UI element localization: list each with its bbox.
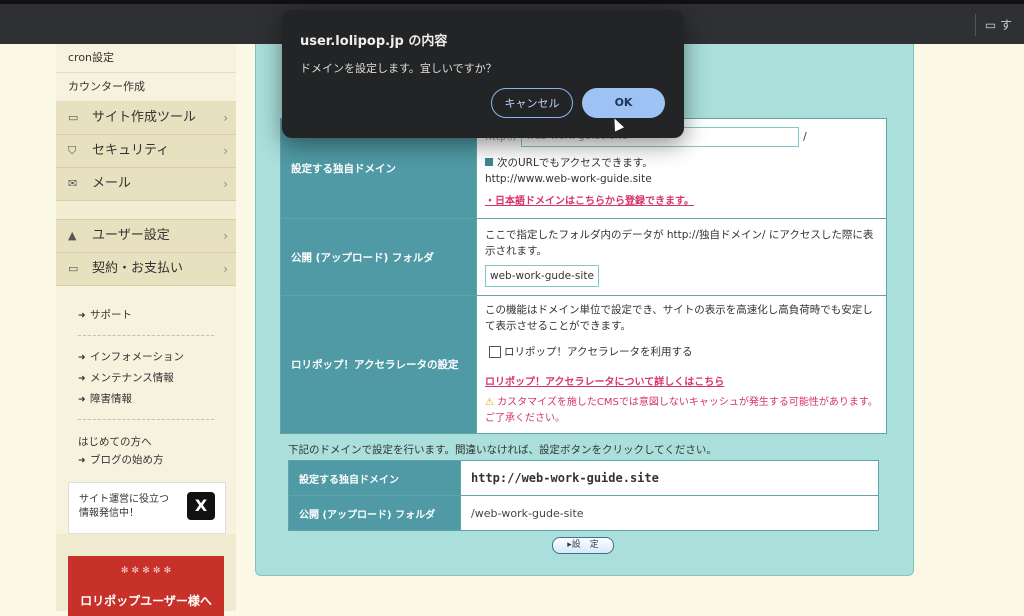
x-logo-icon: X	[187, 492, 215, 520]
sidebar-item-label: セキュリティ	[92, 143, 170, 158]
blog-guide-link-label: ブログの始め方	[90, 454, 164, 466]
folder-label: 公開 (アップロード) フォルダ	[280, 218, 477, 296]
accelerator-cell: この機能はドメイン単位で設定でき、サイトの表示を高速化し高負荷時でも安定して表示…	[476, 295, 887, 434]
arrow-right-icon: ➜	[78, 395, 86, 405]
banner-text: ロリポップユーザー様へ	[80, 594, 212, 608]
divider	[78, 419, 214, 420]
folder-desc: ここで指定したフォルダ内のデータが http://独自ドメイン/ にアクセスした…	[485, 229, 874, 257]
accelerator-warning: カスタマイズを施したCMSでは意図しないキャッシュが発生する可能性があります。ご…	[485, 397, 878, 424]
chevron-right-icon: ›	[223, 262, 228, 276]
confirm-dialog: user.lolipop.jp の内容 ドメインを設定します。宜しいですか？ キ…	[282, 10, 684, 138]
user-icon: ▲	[68, 229, 77, 242]
confirm-folder-label: 公開 (アップロード) フォルダ	[288, 495, 461, 531]
mail-icon: ✉	[68, 177, 78, 190]
x-promo-text: サイト運営に役立つ 情報発信中！	[79, 493, 169, 521]
sidebar-gap	[56, 201, 236, 220]
accelerator-detail-link[interactable]: ロリポップ！アクセラレータについて詳しくはこちら	[485, 377, 724, 388]
folder-label: す	[999, 18, 1012, 32]
topbar-divider	[975, 14, 976, 36]
sidebar-item-label: メール	[92, 176, 132, 191]
chevron-right-icon: ›	[223, 177, 228, 191]
x-promo-line1: サイト運営に役立つ	[79, 494, 169, 505]
chevron-right-icon: ›	[223, 229, 228, 243]
information-link[interactable]: ➜ インフォメーション	[56, 346, 236, 367]
alt-url-note: 次のURLでもアクセスできます。	[497, 157, 653, 169]
first-time-link[interactable]: はじめての方へ	[56, 430, 236, 449]
information-link-label: インフォメーション	[90, 351, 184, 363]
sidebar: cron設定 カウンター作成 ▭ サイト作成ツール › ⛉ セキュリティ › ✉ メー…	[56, 44, 236, 616]
submit-button[interactable]: ▸設 定	[552, 537, 614, 554]
accelerator-label: ロリポップ！アクセラレータの設定	[280, 295, 477, 434]
blog-guide-link[interactable]: ➜ ブログの始め方	[56, 449, 236, 470]
domain-form-table: 設定する独自ドメイン http://web-work-guide.site/ 次…	[280, 118, 887, 434]
arrow-right-icon: ➜	[78, 353, 86, 363]
folder-icon[interactable]: ▭ す	[985, 16, 1012, 33]
divider	[78, 335, 214, 336]
accelerator-checkbox-label[interactable]: ロリポップ！アクセラレータを利用する	[504, 346, 692, 358]
sidebar-item-billing[interactable]: ▭ 契約・お支払い ›	[56, 253, 236, 286]
maintenance-link-label: メンテナンス情報	[90, 372, 174, 384]
chevron-right-icon: ›	[223, 144, 228, 158]
sidebar-item-user-settings[interactable]: ▲ ユーザー設定 ›	[56, 220, 236, 253]
url-suffix: /	[803, 131, 807, 143]
maintenance-link[interactable]: ➜ メンテナンス情報	[56, 367, 236, 388]
alt-url: http://www.web-work-guide.site	[485, 173, 652, 185]
sidebar-item-cron[interactable]: cron設定	[56, 44, 236, 73]
jp-domain-link[interactable]: ・日本語ドメインはこちらから登録できます。	[485, 196, 694, 207]
support-link-label: サポート	[90, 309, 132, 321]
sidebar-item-mail[interactable]: ✉ メール ›	[56, 168, 236, 201]
folder-cell: ここで指定したフォルダ内のデータが http://独自ドメイン/ にアクセスした…	[476, 218, 887, 296]
chevron-right-icon: ›	[223, 111, 228, 125]
outage-link[interactable]: ➜ 障害情報	[56, 388, 236, 409]
arrow-right-icon: ➜	[78, 456, 86, 466]
arrow-right-icon: ➜	[78, 311, 86, 321]
confirm-folder-value: /web-work-gude-site	[460, 495, 879, 531]
confirm-domain-label: 設定する独自ドメイン	[288, 460, 461, 496]
user-banner[interactable]: ✻ ✼ ✻ ✼ ✻ ロリポップユーザー様へ	[68, 556, 224, 616]
arrow-right-icon: ➜	[78, 374, 86, 384]
confirm-table: 設定する独自ドメイン http://web-work-guide.site 公開…	[288, 460, 879, 531]
sidebar-item-label: ユーザー設定	[92, 228, 170, 243]
dialog-title: user.lolipop.jp の内容	[300, 34, 448, 49]
confirm-domain-value: http://web-work-guide.site	[460, 460, 879, 496]
card-icon: ▭	[68, 262, 79, 275]
accelerator-checkbox[interactable]	[489, 346, 501, 358]
outage-link-label: 障害情報	[90, 393, 132, 405]
snowflake-icon: ✻ ✼ ✻ ✼ ✻	[120, 566, 172, 576]
x-promo-line2: 情報発信中！	[79, 508, 139, 519]
sidebar-item-security[interactable]: ⛉ セキュリティ ›	[56, 135, 236, 168]
warning-icon: ⚠	[485, 397, 494, 408]
square-bullet-icon	[485, 158, 493, 166]
sidebar-item-label: 契約・お支払い	[92, 261, 184, 276]
x-promo-box[interactable]: サイト運営に役立つ 情報発信中！ X	[68, 482, 226, 534]
laptop-icon: ▭	[68, 111, 79, 124]
folder-input[interactable]: web-work-gude-site	[485, 265, 599, 287]
sidebar-item-site-tools[interactable]: ▭ サイト作成ツール ›	[56, 102, 236, 135]
accelerator-desc: この機能はドメイン単位で設定でき、サイトの表示を高速化し高負荷時でも安定して表示…	[485, 304, 873, 332]
sidebar-item-label: サイト作成ツール	[92, 110, 197, 125]
dialog-message: ドメインを設定します。宜しいですか？	[300, 62, 497, 75]
confirm-message: 下記のドメインで設定を行います。間違いなければ、設定ボタンをクリックしてください…	[288, 444, 717, 456]
sidebar-item-counter[interactable]: カウンター作成	[56, 73, 236, 102]
shield-icon: ⛉	[68, 144, 77, 157]
cancel-button[interactable]: キャンセル	[491, 88, 573, 118]
support-link[interactable]: ➜ サポート	[56, 304, 236, 325]
sidebar-links: ➜ サポート ➜ インフォメーション ➜ メンテナンス情報 ➜ 障害情報 はじめての方へ…	[56, 286, 236, 534]
ok-button[interactable]: OK	[582, 88, 665, 118]
